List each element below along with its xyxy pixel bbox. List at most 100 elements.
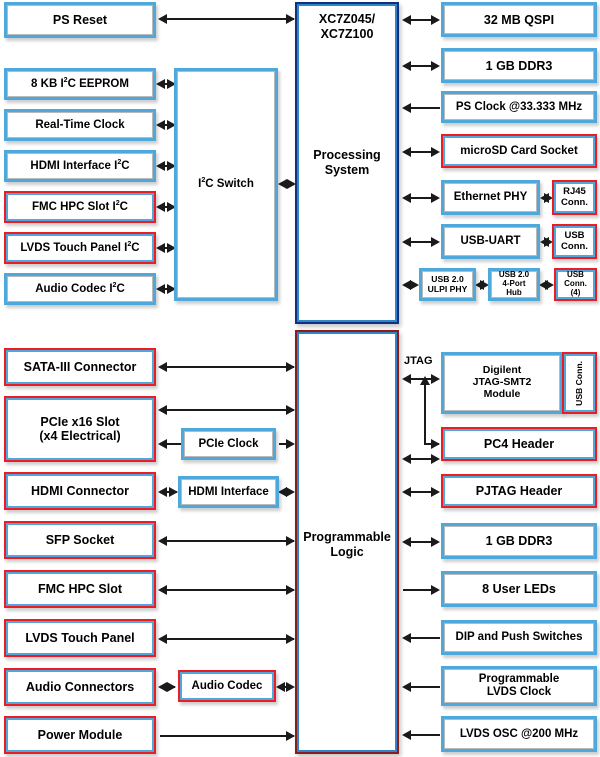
block-power-module[interactable]: Power Module xyxy=(4,716,156,754)
block-label: PS Reset xyxy=(52,13,108,27)
block-ps-reset[interactable]: PS Reset xyxy=(4,2,156,38)
arrowhead-left xyxy=(158,362,167,372)
block-lvds-osc-200mhz[interactable]: LVDS OSC @200 MHz xyxy=(441,716,597,752)
arrowhead-right xyxy=(286,362,295,372)
arrowhead-left xyxy=(276,682,285,692)
ps-title: Processing System xyxy=(313,148,381,177)
arrowhead-left xyxy=(158,585,167,595)
block-microsd-card-socket[interactable]: microSD Card Socket xyxy=(441,134,597,168)
arrowhead-left xyxy=(402,682,411,692)
arrowhead-left xyxy=(158,439,167,449)
block-usb-conn-4[interactable]: USB Conn. (4) xyxy=(554,268,597,301)
block-label: SFP Socket xyxy=(45,533,115,547)
block-programmable-lvds-clock[interactable]: Programmable LVDS Clock xyxy=(441,666,597,706)
block-audio-codec[interactable]: Audio Codec xyxy=(178,670,276,702)
block-label: PCIe Clock xyxy=(198,437,259,450)
arrowhead-right xyxy=(286,585,295,595)
arrowhead-left xyxy=(156,243,165,253)
block-32mb-qspi[interactable]: 32 MB QSPI xyxy=(441,2,597,37)
block-label: USB Conn. (4) xyxy=(564,270,587,297)
block-label: USB Conn. xyxy=(573,360,584,406)
block-digilent-jtag-smt2-module[interactable]: Digilent JTAG-SMT2 Module xyxy=(441,352,563,414)
arrowhead-left xyxy=(402,15,411,25)
block-label: PCIe x16 Slot (x4 Electrical) xyxy=(39,415,121,443)
block-hdmi-connector[interactable]: HDMI Connector xyxy=(4,472,156,510)
block-usb2-4port-hub[interactable]: USB 2.0 4-Port Hub xyxy=(488,268,540,301)
arrowhead-left xyxy=(402,633,411,643)
block-usb-conn-jtag[interactable]: USB Conn. xyxy=(562,352,597,414)
block-label: Audio Codec I2C xyxy=(35,280,125,295)
block-audio-connectors[interactable]: Audio Connectors xyxy=(4,668,156,706)
block-lvds-touch-panel-i2c[interactable]: LVDS Touch Panel I2C xyxy=(4,232,156,264)
arrowhead-left xyxy=(402,487,411,497)
block-label: 1 GB DDR3 xyxy=(485,58,553,73)
block-usb2-ulpi-phy[interactable]: USB 2.0 ULPI PHY xyxy=(419,268,476,301)
connector-jtag-branch-vertical xyxy=(424,382,426,444)
block-hdmi-interface-i2c[interactable]: HDMI Interface I2C xyxy=(4,150,156,182)
block-audio-codec-i2c[interactable]: Audio Codec I2C xyxy=(4,273,156,305)
block-sfp-socket[interactable]: SFP Socket xyxy=(4,521,156,559)
block-label: 8 KB I2C EEPROM xyxy=(31,75,129,90)
arrowhead-left xyxy=(402,730,411,740)
block-dip-and-push-switches[interactable]: DIP and Push Switches xyxy=(441,620,597,655)
block-label: FMC HPC Slot I2C xyxy=(32,198,128,213)
block-label: LVDS OSC @200 MHz xyxy=(459,727,579,740)
arrowhead-left xyxy=(402,103,411,113)
programmable-logic-block[interactable]: Programmable Logic xyxy=(295,330,399,754)
block-label: Programmable LVDS Clock xyxy=(478,673,560,698)
connector-sata xyxy=(160,366,294,368)
block-hdmi-interface[interactable]: HDMI Interface xyxy=(178,476,279,508)
jtag-label: JTAG xyxy=(404,355,433,367)
connector-fmc-hpc xyxy=(160,589,294,591)
processing-system-block[interactable]: XC7Z045/XC7Z100 Processing System xyxy=(295,2,399,324)
block-8kb-i2c-eeprom[interactable]: 8 KB I2C EEPROM xyxy=(4,68,156,100)
arrowhead-right xyxy=(286,682,295,692)
block-ps-1gb-ddr3[interactable]: 1 GB DDR3 xyxy=(441,48,597,83)
block-pcie-x16-slot[interactable]: PCIe x16 Slot (x4 Electrical) xyxy=(4,396,156,462)
block-fmc-hpc-slot[interactable]: FMC HPC Slot xyxy=(4,570,156,608)
block-real-time-clock[interactable]: Real-Time Clock xyxy=(4,109,156,141)
arrowhead-left xyxy=(158,536,167,546)
arrowhead-left xyxy=(402,237,411,247)
arrowhead-left xyxy=(158,405,167,415)
block-usb-uart[interactable]: USB-UART xyxy=(441,224,540,259)
block-8-user-leds[interactable]: 8 User LEDs xyxy=(441,571,597,607)
block-pc4-header[interactable]: PC4 Header xyxy=(441,427,597,461)
arrowhead-right xyxy=(431,374,440,384)
block-rj45-conn[interactable]: RJ45 Conn. xyxy=(552,180,597,215)
arrowhead-up xyxy=(420,376,430,385)
block-diagram: XC7Z045/XC7Z100 Processing System Program… xyxy=(0,0,600,757)
i2c-switch-label: I2C Switch xyxy=(198,176,254,191)
block-sata-iii-connector[interactable]: SATA-III Connector xyxy=(4,348,156,386)
arrowhead-right xyxy=(431,15,440,25)
arrowhead-right xyxy=(431,193,440,203)
arrowhead-right xyxy=(545,280,554,290)
block-ethernet-phy[interactable]: Ethernet PHY xyxy=(441,180,540,215)
block-label: Audio Connectors xyxy=(25,680,135,694)
block-pjtag-header[interactable]: PJTAG Header xyxy=(441,474,597,508)
arrowhead-right xyxy=(169,487,178,497)
arrowhead-right xyxy=(431,454,440,464)
arrowhead-left xyxy=(158,682,167,692)
arrowhead-left xyxy=(402,193,411,203)
arrowhead-left xyxy=(158,634,167,644)
block-lvds-touch-panel[interactable]: LVDS Touch Panel xyxy=(4,619,156,657)
arrowhead-left xyxy=(402,374,411,384)
block-pcie-clock[interactable]: PCIe Clock xyxy=(181,428,276,460)
block-ps-clock[interactable]: PS Clock @33.333 MHz xyxy=(441,91,597,123)
block-label: Ethernet PHY xyxy=(453,191,528,204)
block-label: LVDS Touch Panel xyxy=(25,631,135,645)
arrowhead-right xyxy=(286,14,295,24)
block-usb-conn-uart[interactable]: USB Conn. xyxy=(552,224,597,259)
i2c-switch-block[interactable]: I2C Switch xyxy=(174,68,278,301)
block-label: USB 2.0 ULPI PHY xyxy=(427,273,468,294)
arrowhead-left xyxy=(402,454,411,464)
arrowhead-left xyxy=(278,179,287,189)
arrowhead-left xyxy=(156,284,165,294)
block-fmc-hpc-slot-i2c[interactable]: FMC HPC Slot I2C xyxy=(4,191,156,223)
arrowhead-right xyxy=(431,61,440,71)
arrowhead-left xyxy=(156,120,165,130)
block-pl-1gb-ddr3[interactable]: 1 GB DDR3 xyxy=(441,523,597,559)
block-label: Audio Codec xyxy=(191,679,263,692)
arrowhead-right xyxy=(431,537,440,547)
